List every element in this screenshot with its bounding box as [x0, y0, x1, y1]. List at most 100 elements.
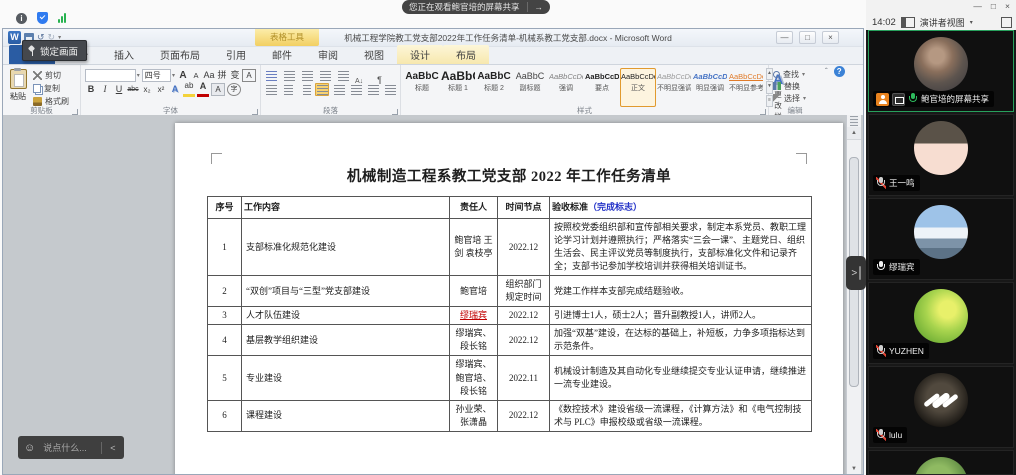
close-button[interactable]: × — [1005, 1, 1010, 11]
table-row: 1 支部标准化规范化建设 鲍官培 王剑 袁枝亭 2022.12 按照校党委组织部… — [208, 219, 812, 276]
participant-tile[interactable]: 王一鸣 — [868, 114, 1014, 196]
paragraph-tool-icon[interactable] — [332, 83, 346, 96]
font-tool-icon[interactable]: B — [85, 83, 97, 96]
word-window: W ↺ ↻ ▾ 表格工具 机械工程学院教工党支部2022年工作任务清单-机械系教… — [2, 28, 864, 475]
style-gallery-item[interactable]: AaBbCcDc 不明显参考 — [728, 68, 764, 107]
ribbon-tab[interactable]: 引用 — [213, 45, 259, 64]
banner-arrow-icon[interactable]: → — [527, 2, 544, 12]
style-gallery-item[interactable]: AaBbC 标题 1 — [440, 68, 476, 107]
ribbon-tab[interactable]: 设计 — [397, 45, 443, 64]
fullscreen-icon[interactable] — [1001, 17, 1012, 28]
cell-responsible: 孙业荣、张潇晶 — [450, 400, 498, 431]
participant-tile[interactable]: YUZHEN — [868, 282, 1014, 364]
font-tool-icon[interactable]: I — [99, 83, 111, 96]
cell-index: 5 — [208, 356, 242, 400]
meeting-info-icon[interactable]: i — [16, 13, 27, 24]
chevron-down-icon[interactable]: ▾ — [970, 19, 973, 26]
help-icon[interactable]: ? — [834, 66, 845, 77]
paragraph-tool-icon[interactable] — [349, 83, 363, 96]
font-tool-icon[interactable]: 变 — [229, 69, 241, 82]
cell-deadline: 2022.12 — [498, 219, 550, 276]
font-tool-icon[interactable]: A — [177, 69, 189, 82]
cell-acceptance: 《数控技术》建设省级一流课程，《计算方法》和《电气控制技术与 PLC》申报校级或… — [550, 400, 812, 431]
style-gallery-item[interactable]: AaBbCcDd 强调 — [548, 68, 584, 107]
document-scrollbar[interactable]: ▲ ▼ — [846, 115, 861, 474]
font-size-box[interactable]: 四号 — [142, 69, 171, 82]
ribbon-tab[interactable]: 视图 — [351, 45, 397, 64]
paragraph-tool-icon[interactable] — [300, 69, 315, 82]
style-gallery-item[interactable]: AaBbC 标题 2 — [476, 68, 512, 107]
paragraph-tool-icon[interactable] — [318, 69, 333, 82]
paragraph-tool-icon[interactable] — [354, 69, 369, 82]
font-tool-icon[interactable]: U — [113, 83, 125, 96]
style-gallery-item[interactable]: AaBbC 副标题 — [512, 68, 548, 107]
chevron-right-icon: > — [851, 268, 857, 279]
font-tool-icon[interactable]: A — [169, 83, 181, 96]
paragraph-tool-icon[interactable] — [281, 83, 295, 96]
paragraph-tool-icon[interactable] — [336, 69, 351, 82]
clipboard-item[interactable]: 剪切 — [33, 69, 69, 81]
paragraph-tool-icon[interactable] — [264, 69, 279, 82]
scroll-up-icon[interactable]: ▲ — [847, 127, 861, 140]
document-page[interactable]: 机械制造工程系教工党支部 2022 年工作任务清单 序号工作内容责任人时间节点 … — [175, 123, 843, 474]
ruler-toggle-icon[interactable] — [850, 116, 858, 126]
font-tool-icon[interactable]: ab — [183, 81, 195, 97]
ribbon-tab[interactable]: 插入 — [101, 45, 147, 64]
minimize-button[interactable]: — — [973, 1, 982, 11]
maximize-button[interactable]: □ — [799, 31, 816, 44]
editing-item[interactable]: 选择 ▾ — [773, 92, 819, 104]
participant-label: 缪瑞宾 — [873, 259, 920, 275]
ribbon-tab[interactable]: 审阅 — [305, 45, 351, 64]
ribbon-tab[interactable]: 布局 — [443, 45, 489, 64]
font-tool-icon[interactable]: A — [197, 81, 209, 97]
font-tool-icon[interactable]: A — [190, 69, 202, 82]
style-gallery-item[interactable]: AaBbC 标题 — [404, 68, 440, 107]
speaker-view-icon[interactable] — [901, 17, 915, 28]
participant-tile[interactable]: lulu — [868, 366, 1014, 448]
participant-tile[interactable]: 缪瑞宾 — [868, 198, 1014, 280]
ribbon-tab[interactable]: 页面布局 — [147, 45, 213, 64]
font-tool-icon[interactable]: A — [211, 83, 225, 96]
font-tool-icon[interactable]: 字 — [227, 83, 241, 96]
paragraph-tool-icon[interactable] — [366, 83, 380, 96]
paragraph-tool-icon[interactable] — [372, 69, 387, 82]
close-button[interactable]: × — [822, 31, 839, 44]
font-tool-icon[interactable]: x₂ — [141, 83, 153, 96]
panel-expand-handle[interactable]: > — [846, 256, 866, 290]
font-tool-icon[interactable]: abc — [127, 83, 139, 96]
paragraph-tool-icon[interactable] — [264, 83, 278, 96]
meeting-security-shield-icon[interactable] — [37, 12, 48, 24]
chat-collapse-icon[interactable]: < — [108, 443, 117, 453]
scroll-down-icon[interactable]: ▼ — [847, 466, 861, 472]
ribbon-tab[interactable]: 邮件 — [259, 45, 305, 64]
editing-item[interactable]: 查找 ▾ — [773, 68, 819, 80]
divider — [101, 442, 102, 454]
font-name-box[interactable] — [85, 69, 136, 82]
participant-tile-sharing[interactable]: 鲍官培的屏幕共享 — [868, 30, 1014, 112]
font-tool-icon[interactable]: A — [242, 69, 256, 82]
participant-label: 王一鸣 — [873, 175, 920, 191]
paragraph-tool-icon[interactable] — [383, 83, 397, 96]
style-gallery-item[interactable]: AaBbCcDd 正文 — [620, 68, 656, 107]
collapse-ribbon-icon[interactable]: ˆ — [825, 67, 828, 76]
word-logo-icon[interactable]: W — [8, 31, 21, 44]
maximize-button[interactable]: □ — [991, 1, 996, 11]
paragraph-tool-icon[interactable] — [315, 83, 329, 96]
font-tool-icon[interactable]: x² — [155, 83, 167, 96]
clipboard-item[interactable]: 复制 — [33, 82, 69, 94]
minimize-button[interactable]: — — [776, 31, 793, 44]
font-tool-icon[interactable]: 拼 — [216, 69, 228, 82]
avatar — [914, 121, 968, 175]
view-mode-label[interactable]: 演讲者视图 — [920, 16, 965, 29]
style-gallery-item[interactable]: AaBbCcDd 不明显强调 — [656, 68, 692, 107]
chat-input[interactable] — [41, 442, 95, 454]
font-tool-icon[interactable]: Aa — [203, 69, 215, 82]
participant-tile-partial[interactable] — [868, 450, 1014, 475]
emoji-icon[interactable]: ☺ — [24, 442, 35, 454]
paragraph-tool-icon[interactable] — [282, 69, 297, 82]
style-gallery-item[interactable]: AaBbCcDc 明显强调 — [692, 68, 728, 107]
style-gallery-item[interactable]: AaBbCcDc 要点 — [584, 68, 620, 107]
chat-quick-bar[interactable]: ☺ < — [18, 436, 124, 459]
paragraph-tool-icon[interactable] — [298, 83, 312, 96]
editing-item[interactable]: 替换 — [773, 80, 819, 92]
